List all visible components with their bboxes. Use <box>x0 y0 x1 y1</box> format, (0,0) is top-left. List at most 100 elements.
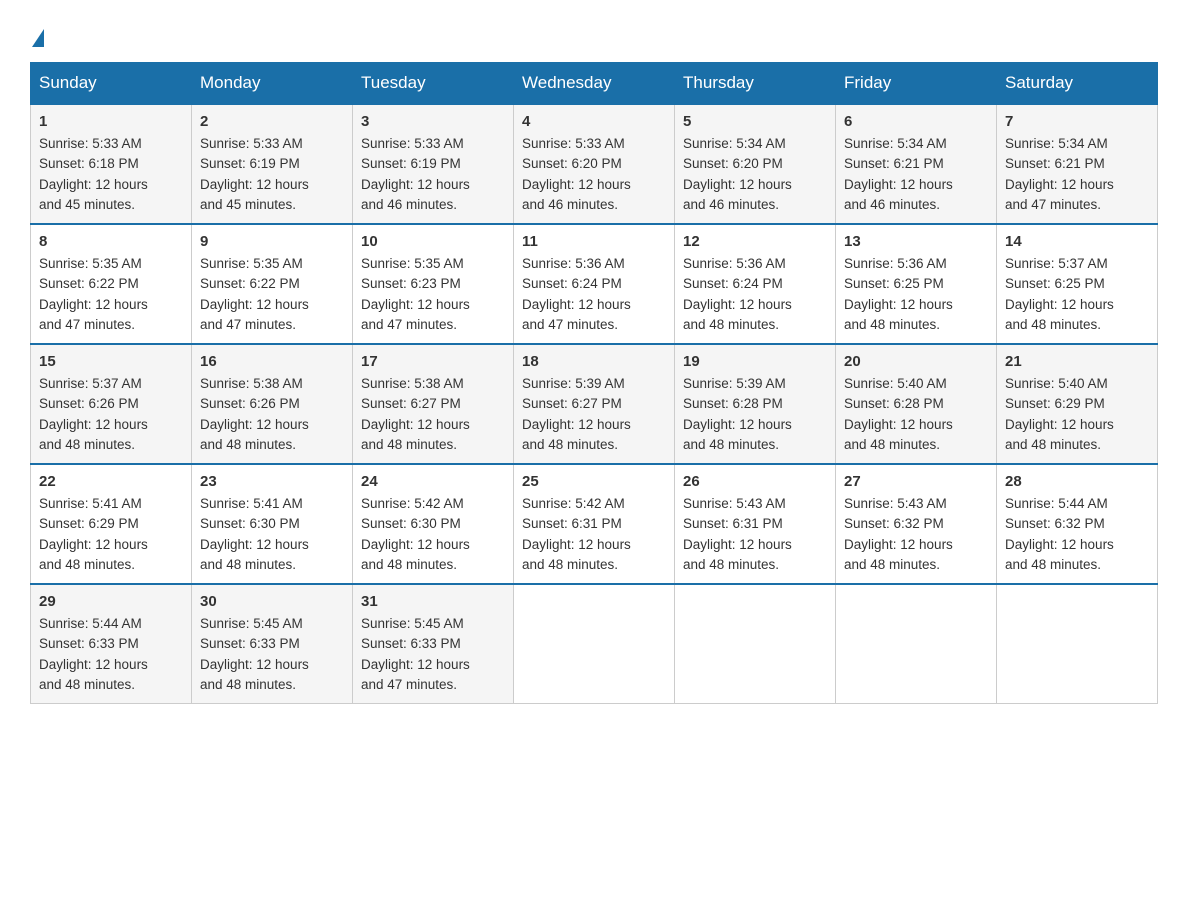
day-number: 22 <box>39 473 183 490</box>
calendar-cell: 19 Sunrise: 5:39 AMSunset: 6:28 PMDayligh… <box>675 344 836 464</box>
calendar-cell: 8 Sunrise: 5:35 AMSunset: 6:22 PMDaylight… <box>31 224 192 344</box>
day-header-monday: Monday <box>192 63 353 105</box>
calendar-cell: 26Sunrise: 5:43 AMSunset: 6:31 PMDayligh… <box>675 464 836 584</box>
day-header-saturday: Saturday <box>997 63 1158 105</box>
calendar-table: SundayMondayTuesdayWednesdayThursdayFrid… <box>30 62 1158 704</box>
calendar-cell: 14Sunrise: 5:37 AMSunset: 6:25 PMDayligh… <box>997 224 1158 344</box>
day-info: Sunrise: 5:33 AMSunset: 6:18 PMDaylight:… <box>39 134 183 215</box>
day-number: 3 <box>361 113 505 130</box>
day-number: 19 <box>683 353 827 370</box>
day-info: Sunrise: 5:40 AMSunset: 6:29 PMDaylight:… <box>1005 374 1149 455</box>
day-info: Sunrise: 5:45 AMSunset: 6:33 PMDaylight:… <box>361 614 505 695</box>
calendar-cell: 30 Sunrise: 5:45 AMSunset: 6:33 PMDayligh… <box>192 584 353 704</box>
calendar-cell: 16 Sunrise: 5:38 AMSunset: 6:26 PMDayligh… <box>192 344 353 464</box>
calendar-cell: 11 Sunrise: 5:36 AMSunset: 6:24 PMDayligh… <box>514 224 675 344</box>
week-row-2: 8 Sunrise: 5:35 AMSunset: 6:22 PMDaylight… <box>31 224 1158 344</box>
day-info: Sunrise: 5:35 AMSunset: 6:23 PMDaylight:… <box>361 254 505 335</box>
day-info: Sunrise: 5:38 AMSunset: 6:27 PMDaylight:… <box>361 374 505 455</box>
day-info: Sunrise: 5:34 AMSunset: 6:20 PMDaylight:… <box>683 134 827 215</box>
day-info: Sunrise: 5:41 AMSunset: 6:30 PMDaylight:… <box>200 494 344 575</box>
day-number: 16 <box>200 353 344 370</box>
day-info: Sunrise: 5:40 AMSunset: 6:28 PMDaylight:… <box>844 374 988 455</box>
day-info: Sunrise: 5:36 AMSunset: 6:25 PMDaylight:… <box>844 254 988 335</box>
day-info: Sunrise: 5:35 AMSunset: 6:22 PMDaylight:… <box>39 254 183 335</box>
day-header-wednesday: Wednesday <box>514 63 675 105</box>
day-number: 1 <box>39 113 183 130</box>
calendar-cell <box>997 584 1158 704</box>
day-number: 6 <box>844 113 988 130</box>
calendar-cell: 6 Sunrise: 5:34 AMSunset: 6:21 PMDaylight… <box>836 104 997 224</box>
day-info: Sunrise: 5:34 AMSunset: 6:21 PMDaylight:… <box>844 134 988 215</box>
day-info: Sunrise: 5:33 AMSunset: 6:19 PMDaylight:… <box>361 134 505 215</box>
day-number: 29 <box>39 593 183 610</box>
day-number: 8 <box>39 233 183 250</box>
calendar-cell: 17 Sunrise: 5:38 AMSunset: 6:27 PMDayligh… <box>353 344 514 464</box>
calendar-cell: 5 Sunrise: 5:34 AMSunset: 6:20 PMDaylight… <box>675 104 836 224</box>
calendar-cell: 12 Sunrise: 5:36 AMSunset: 6:24 PMDayligh… <box>675 224 836 344</box>
logo-triangle-icon <box>32 29 44 47</box>
day-info: Sunrise: 5:43 AMSunset: 6:32 PMDaylight:… <box>844 494 988 575</box>
day-number: 11 <box>522 233 666 250</box>
day-info: Sunrise: 5:41 AMSunset: 6:29 PMDaylight:… <box>39 494 183 575</box>
calendar-cell: 23Sunrise: 5:41 AMSunset: 6:30 PMDayligh… <box>192 464 353 584</box>
day-info: Sunrise: 5:39 AMSunset: 6:28 PMDaylight:… <box>683 374 827 455</box>
calendar-cell: 2 Sunrise: 5:33 AMSunset: 6:19 PMDaylight… <box>192 104 353 224</box>
calendar-cell: 7 Sunrise: 5:34 AMSunset: 6:21 PMDaylight… <box>997 104 1158 224</box>
calendar-header-row: SundayMondayTuesdayWednesdayThursdayFrid… <box>31 63 1158 105</box>
day-number: 20 <box>844 353 988 370</box>
day-info: Sunrise: 5:38 AMSunset: 6:26 PMDaylight:… <box>200 374 344 455</box>
day-number: 25 <box>522 473 666 490</box>
day-info: Sunrise: 5:36 AMSunset: 6:24 PMDaylight:… <box>683 254 827 335</box>
day-number: 18 <box>522 353 666 370</box>
day-number: 7 <box>1005 113 1149 130</box>
day-info: Sunrise: 5:39 AMSunset: 6:27 PMDaylight:… <box>522 374 666 455</box>
day-header-friday: Friday <box>836 63 997 105</box>
day-number: 15 <box>39 353 183 370</box>
page-header <box>30 20 1158 42</box>
day-number: 2 <box>200 113 344 130</box>
day-info: Sunrise: 5:44 AMSunset: 6:33 PMDaylight:… <box>39 614 183 695</box>
day-info: Sunrise: 5:36 AMSunset: 6:24 PMDaylight:… <box>522 254 666 335</box>
day-number: 17 <box>361 353 505 370</box>
calendar-cell: 1 Sunrise: 5:33 AMSunset: 6:18 PMDaylight… <box>31 104 192 224</box>
calendar-cell: 20 Sunrise: 5:40 AMSunset: 6:28 PMDayligh… <box>836 344 997 464</box>
day-header-thursday: Thursday <box>675 63 836 105</box>
day-number: 24 <box>361 473 505 490</box>
calendar-cell: 29 Sunrise: 5:44 AMSunset: 6:33 PMDayligh… <box>31 584 192 704</box>
calendar-cell <box>675 584 836 704</box>
logo <box>30 20 46 42</box>
calendar-cell: 22 Sunrise: 5:41 AMSunset: 6:29 PMDayligh… <box>31 464 192 584</box>
day-info: Sunrise: 5:33 AMSunset: 6:19 PMDaylight:… <box>200 134 344 215</box>
calendar-cell: 28 Sunrise: 5:44 AMSunset: 6:32 PMDayligh… <box>997 464 1158 584</box>
day-info: Sunrise: 5:34 AMSunset: 6:21 PMDaylight:… <box>1005 134 1149 215</box>
day-number: 12 <box>683 233 827 250</box>
calendar-cell: 3 Sunrise: 5:33 AMSunset: 6:19 PMDaylight… <box>353 104 514 224</box>
day-number: 4 <box>522 113 666 130</box>
calendar-cell: 25 Sunrise: 5:42 AMSunset: 6:31 PMDayligh… <box>514 464 675 584</box>
day-header-tuesday: Tuesday <box>353 63 514 105</box>
day-info: Sunrise: 5:45 AMSunset: 6:33 PMDaylight:… <box>200 614 344 695</box>
calendar-cell: 27 Sunrise: 5:43 AMSunset: 6:32 PMDayligh… <box>836 464 997 584</box>
day-info: Sunrise: 5:42 AMSunset: 6:31 PMDaylight:… <box>522 494 666 575</box>
week-row-3: 15 Sunrise: 5:37 AMSunset: 6:26 PMDayligh… <box>31 344 1158 464</box>
day-number: 10 <box>361 233 505 250</box>
calendar-cell: 4Sunrise: 5:33 AMSunset: 6:20 PMDaylight… <box>514 104 675 224</box>
day-info: Sunrise: 5:37 AMSunset: 6:26 PMDaylight:… <box>39 374 183 455</box>
day-number: 13 <box>844 233 988 250</box>
day-info: Sunrise: 5:43 AMSunset: 6:31 PMDaylight:… <box>683 494 827 575</box>
day-number: 28 <box>1005 473 1149 490</box>
calendar-cell: 18 Sunrise: 5:39 AMSunset: 6:27 PMDayligh… <box>514 344 675 464</box>
day-number: 21 <box>1005 353 1149 370</box>
day-number: 30 <box>200 593 344 610</box>
day-number: 27 <box>844 473 988 490</box>
calendar-cell: 9Sunrise: 5:35 AMSunset: 6:22 PMDaylight… <box>192 224 353 344</box>
day-info: Sunrise: 5:44 AMSunset: 6:32 PMDaylight:… <box>1005 494 1149 575</box>
calendar-cell: 10 Sunrise: 5:35 AMSunset: 6:23 PMDayligh… <box>353 224 514 344</box>
calendar-cell: 13 Sunrise: 5:36 AMSunset: 6:25 PMDayligh… <box>836 224 997 344</box>
calendar-cell <box>514 584 675 704</box>
calendar-cell: 24Sunrise: 5:42 AMSunset: 6:30 PMDayligh… <box>353 464 514 584</box>
week-row-1: 1 Sunrise: 5:33 AMSunset: 6:18 PMDaylight… <box>31 104 1158 224</box>
day-number: 31 <box>361 593 505 610</box>
day-header-sunday: Sunday <box>31 63 192 105</box>
day-number: 5 <box>683 113 827 130</box>
